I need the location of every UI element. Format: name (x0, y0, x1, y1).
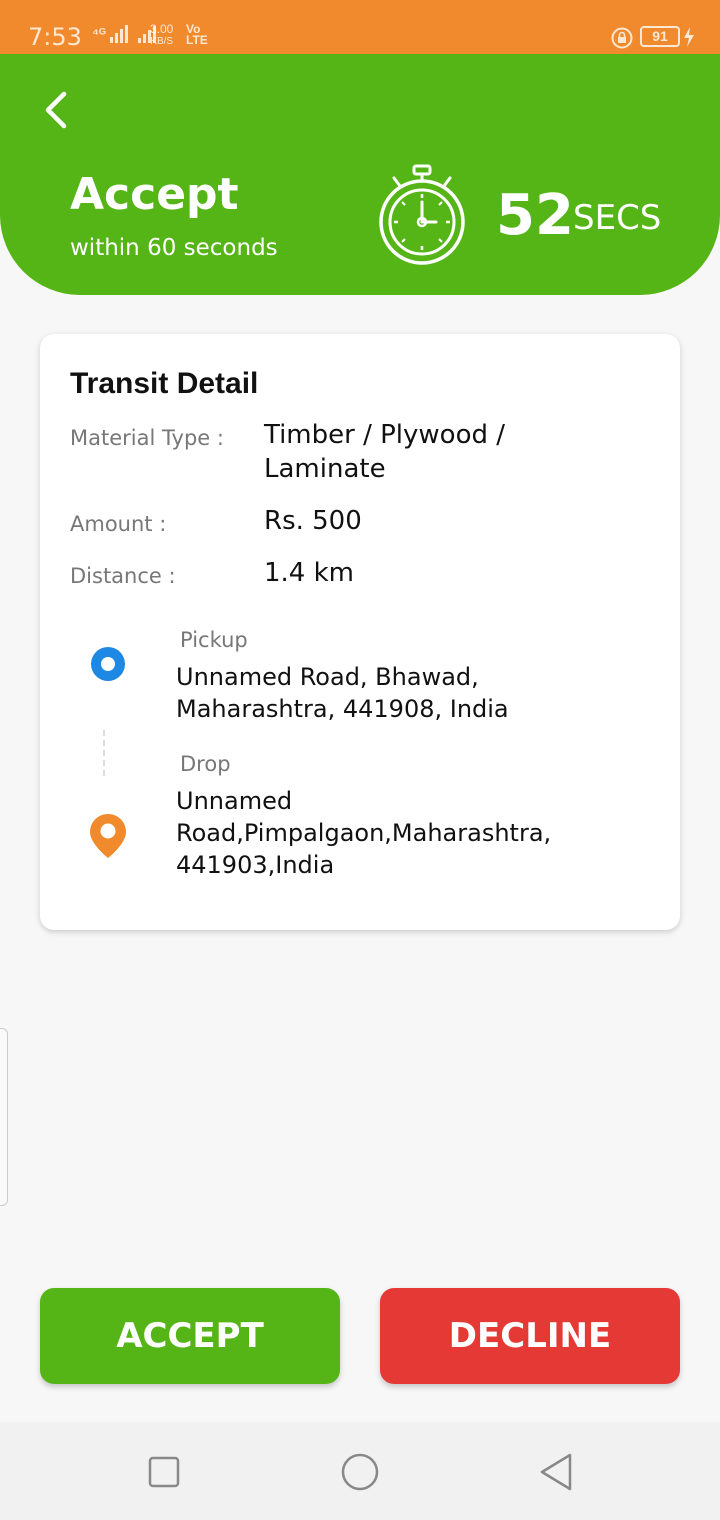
network-type-text: ⁴ᴳ (92, 25, 106, 41)
volte-indicator: Vo LTE (186, 23, 208, 47)
pickup-dot-icon (91, 647, 125, 681)
map-pin-icon (90, 814, 126, 858)
material-type-value-line2: Laminate (264, 454, 386, 484)
accept-button[interactable]: ACCEPT (40, 1288, 340, 1384)
drop-label: Drop (180, 752, 231, 776)
home-circle-icon[interactable] (340, 1452, 380, 1492)
chevron-left-icon[interactable] (36, 88, 76, 132)
pickup-label: Pickup (180, 628, 248, 652)
route-connector (103, 730, 105, 776)
speed-unit: KB/S (150, 36, 174, 47)
drop-address-line3: 441903,India (176, 851, 335, 879)
network-speed: 3.00 KB/S (150, 22, 174, 47)
header-panel: Accept within 60 seconds 52 SECS (0, 54, 720, 295)
lock-icon (611, 27, 633, 49)
material-type-value-line1: Timber / Plywood / (264, 420, 506, 450)
volte-line2: LTE (186, 33, 208, 47)
amount-label: Amount : (70, 512, 167, 536)
stopwatch-icon (379, 164, 465, 265)
card-title: Transit Detail (70, 367, 259, 400)
edge-panel-handle[interactable] (0, 1028, 8, 1206)
status-bar: 7:53 ⁴ᴳ 3.00 KB/S Vo LTE 91 (0, 0, 720, 54)
system-nav-bar (0, 1422, 720, 1520)
countdown-unit: SECS (573, 198, 662, 238)
distance-value: 1.4 km (264, 558, 354, 588)
back-triangle-icon[interactable] (538, 1452, 574, 1492)
page-subtitle: within 60 seconds (70, 235, 278, 261)
transit-detail-card: Transit Detail Material Type : Timber / … (40, 334, 680, 930)
status-time: 7:53 (28, 23, 82, 51)
pickup-address-line1: Unnamed Road, Bhawad, (176, 663, 479, 691)
bolt-icon (684, 27, 694, 47)
countdown-value: 52 (496, 183, 574, 248)
decline-button[interactable]: DECLINE (380, 1288, 680, 1384)
battery-level: 91 (652, 28, 668, 44)
drop-address-line1: Unnamed (176, 787, 293, 815)
speed-value: 3.00 (150, 22, 174, 36)
signal-indicator: ⁴ᴳ (92, 25, 158, 44)
distance-label: Distance : (70, 564, 176, 588)
drop-address-line2: Road,Pimpalgaon,Maharashtra, (176, 819, 552, 847)
pickup-address-line2: Maharashtra, 441908, India (176, 695, 509, 723)
recents-square-icon[interactable] (148, 1456, 180, 1488)
material-type-label: Material Type : (70, 426, 224, 450)
page-title: Accept (70, 169, 239, 220)
battery-icon: 91 (640, 26, 680, 47)
amount-value: Rs. 500 (264, 506, 362, 536)
